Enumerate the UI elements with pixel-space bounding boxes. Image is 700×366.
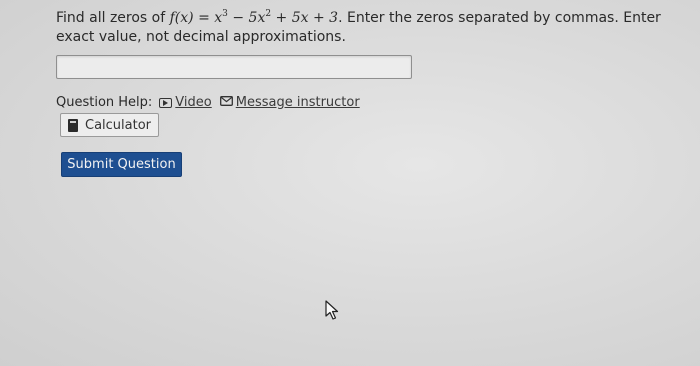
answer-input[interactable]	[56, 55, 412, 79]
video-play-icon	[159, 97, 173, 108]
question-text: Find all zeros of f(x) = x3 − 5x2 + 5x +…	[56, 9, 676, 47]
question-help-label: Question Help:	[56, 95, 153, 110]
function-name: f(x)	[169, 10, 194, 26]
submit-question-button[interactable]: Submit Question	[61, 152, 182, 177]
calculator-icon	[68, 118, 78, 132]
function-expression: f(x) = x3 − 5x2 + 5x + 3	[169, 10, 339, 27]
video-link[interactable]: Video	[159, 95, 212, 110]
mouse-pointer-icon	[325, 300, 339, 320]
question-prefix: Find all zeros of	[56, 10, 170, 26]
calculator-label: Calculator	[85, 117, 152, 133]
video-link-label: Video	[175, 95, 212, 110]
message-instructor-link[interactable]: Message instructor	[219, 95, 360, 110]
calculator-button[interactable]: Calculator	[60, 113, 159, 137]
term-x-cubed: x	[214, 10, 223, 26]
message-instructor-label: Message instructor	[235, 95, 360, 110]
equals-sign: =	[193, 10, 215, 26]
envelope-icon	[219, 95, 233, 110]
question-help: Question Help: Video Message instructor	[56, 95, 360, 110]
term-minus-5: − 5	[227, 10, 258, 26]
submit-question-label: Submit Question	[67, 157, 176, 172]
term-rest: + 5x + 3	[271, 10, 339, 26]
